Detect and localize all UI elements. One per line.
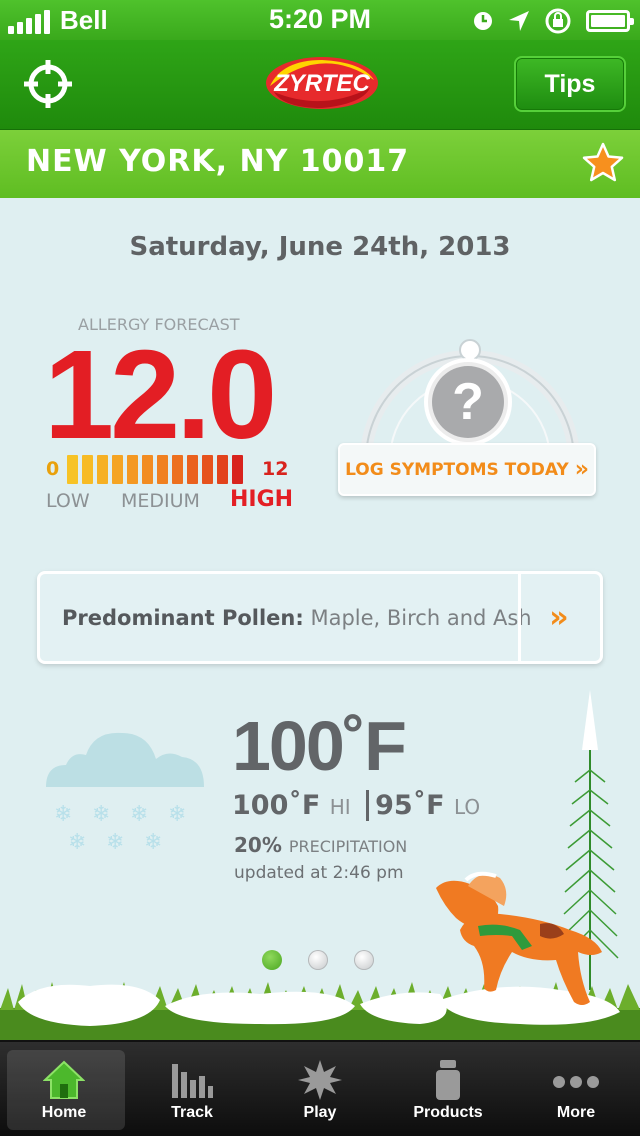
tab-home[interactable]: Home (0, 1042, 128, 1136)
pollen-value: Maple, Birch and Ash (310, 606, 532, 630)
star-icon[interactable] (582, 142, 624, 184)
page-dot[interactable] (308, 950, 328, 970)
page-indicator[interactable] (262, 950, 374, 970)
scale-bar (202, 455, 213, 484)
pollen-label: Predominant Pollen: (62, 606, 304, 630)
tab-track-label: Track (171, 1104, 213, 1121)
tab-products-label: Products (413, 1104, 483, 1121)
pollen-text: Predominant Pollen: Maple, Birch and Ash (62, 606, 532, 630)
scale-high-label: HIGH (230, 487, 294, 512)
svg-text:❄: ❄ (68, 830, 86, 855)
log-symptoms-label: LOG SYMPTOMS TODAY (345, 459, 569, 480)
svg-text:❄: ❄ (144, 830, 162, 855)
more-icon (553, 1076, 599, 1088)
scale-max: 12 (262, 458, 289, 480)
svg-text:❄: ❄ (54, 802, 72, 827)
lo-label: LO (454, 795, 481, 819)
scale-low-label: LOW (46, 490, 90, 512)
crosshair-icon[interactable] (22, 58, 74, 110)
rotation-lock-icon (545, 8, 571, 34)
scale-bar (157, 455, 168, 484)
bar-chart-icon (172, 1064, 213, 1098)
scale-medium-label: MEDIUM (121, 490, 200, 512)
scale-bar (187, 455, 198, 484)
scale-bar (232, 455, 243, 484)
precipitation-label: PRECIPITATION (288, 837, 408, 856)
hi-lo-divider (366, 790, 370, 821)
scale-bar (112, 455, 123, 484)
precipitation: 20% PRECIPITATION (234, 833, 407, 857)
tab-home-label: Home (41, 1104, 87, 1121)
tab-play[interactable]: Play (256, 1042, 384, 1136)
svg-text:❄: ❄ (130, 802, 148, 827)
burst-icon (298, 1060, 342, 1100)
status-bar: Bell 5:20 PM (0, 0, 640, 40)
pollen-arrow-button[interactable]: » (518, 574, 600, 661)
question-mark-icon: ? (452, 373, 484, 431)
scale-bar (67, 455, 78, 484)
tab-more[interactable]: More (512, 1042, 640, 1136)
alarm-icon (474, 12, 492, 30)
page-dot[interactable] (354, 950, 374, 970)
svg-text:❄: ❄ (106, 830, 124, 855)
scale-bar (82, 455, 93, 484)
temperature-hi: 100˚F (232, 790, 321, 821)
forecast-scale (67, 455, 243, 484)
scale-bar (127, 455, 138, 484)
tab-products[interactable]: Products (384, 1042, 512, 1136)
tab-track[interactable]: Track (128, 1042, 256, 1136)
status-right (472, 7, 634, 35)
location-bar: NEW YORK, NY 10017 (0, 130, 640, 198)
log-symptoms-button[interactable]: LOG SYMPTOMS TODAY » (338, 443, 596, 496)
scale-bar (142, 455, 153, 484)
precipitation-value: 20% (234, 833, 282, 857)
forecast-date: Saturday, June 24th, 2013 (129, 232, 511, 262)
temperature-hi-lo: 100˚F HI 95˚F LO (232, 790, 480, 821)
tab-more-label: More (556, 1104, 596, 1121)
pollen-card[interactable]: Predominant Pollen: Maple, Birch and Ash… (37, 571, 603, 664)
tab-bar: Home Track Play Products More (0, 1040, 640, 1136)
forecast-value: 12.0 (44, 324, 277, 465)
svg-text:❄: ❄ (92, 802, 110, 827)
hi-label: HI (329, 795, 351, 819)
location-arrow-icon (509, 11, 529, 31)
temperature-lo: 95˚F (375, 790, 445, 821)
scale-bar (172, 455, 183, 484)
nav-bar: ZYRTEC Tips (0, 40, 640, 130)
log-symptoms-arrow: » (574, 457, 589, 482)
scale-min: 0 (46, 458, 60, 480)
zyrtec-logo: ZYRTEC (266, 57, 378, 109)
dog-illustration (436, 871, 602, 1005)
battery-icon (586, 10, 634, 32)
snow-drifts (18, 984, 620, 1026)
svg-text:❄: ❄ (168, 802, 186, 827)
tab-play-label: Play (303, 1104, 337, 1121)
home-icon (43, 1060, 85, 1099)
bottle-icon (436, 1060, 460, 1100)
page-dot[interactable] (262, 950, 282, 970)
location-title: NEW YORK, NY 10017 (26, 144, 410, 179)
snow-cloud-icon: ❄ ❄ ❄ ❄ ❄ ❄ ❄ (46, 732, 204, 855)
current-temperature: 100˚F (232, 707, 407, 785)
tips-button[interactable]: Tips (514, 56, 626, 112)
updated-time: updated at 2:46 pm (234, 863, 404, 883)
scale-bar (97, 455, 108, 484)
logo-wordmark: ZYRTEC (273, 70, 370, 97)
scale-bar (217, 455, 228, 484)
